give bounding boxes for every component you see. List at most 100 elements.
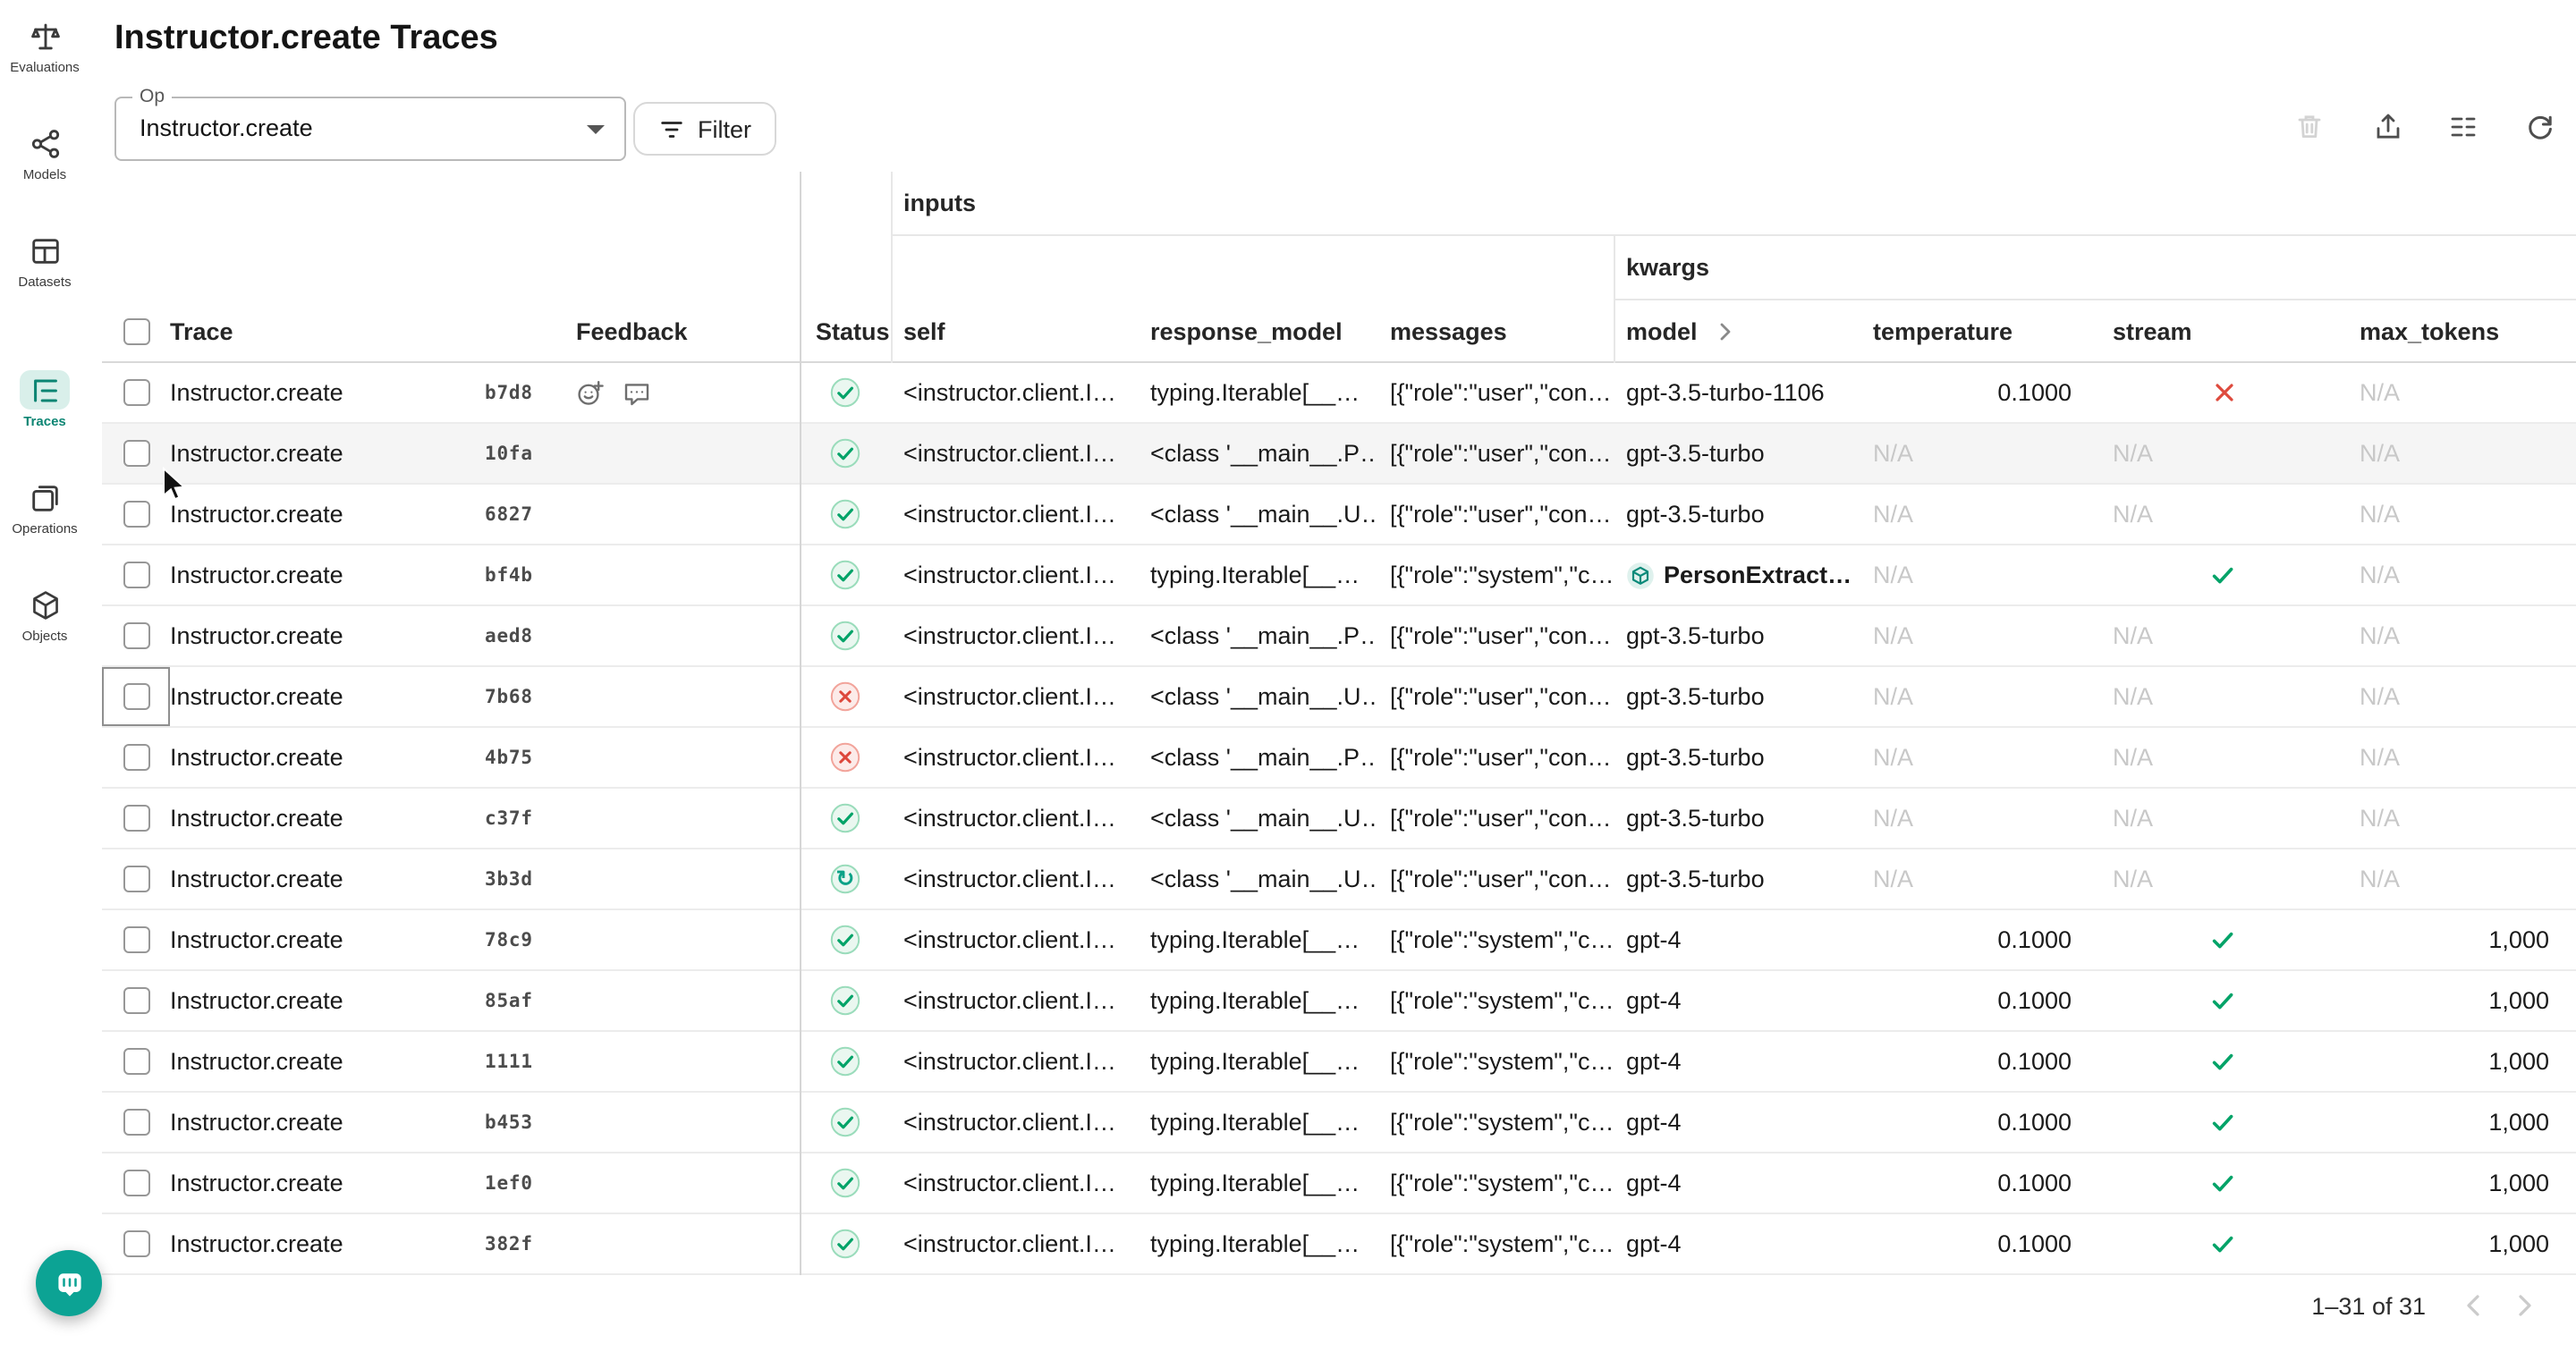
column-header-trace[interactable]: Trace (170, 300, 485, 361)
sidebar-item-operations[interactable]: Operations (0, 477, 89, 537)
row-select-cell[interactable] (102, 363, 170, 422)
trace-name[interactable]: Instructor.create (170, 971, 485, 1030)
row-select-cell[interactable] (102, 667, 170, 726)
row-select-cell[interactable] (102, 789, 170, 848)
table-row[interactable]: Instructor.create85af<instructor.client.… (102, 971, 2576, 1032)
trace-name[interactable]: Instructor.create (170, 606, 485, 665)
row-select-cell[interactable] (102, 849, 170, 908)
table-row[interactable]: Instructor.createb7d8<instructor.client.… (102, 363, 2576, 424)
row-checkbox[interactable] (123, 440, 149, 467)
row-select-cell[interactable] (102, 728, 170, 787)
row-select-cell[interactable] (102, 545, 170, 604)
trace-name[interactable]: Instructor.create (170, 1032, 485, 1091)
sidebar-item-evaluations[interactable]: Evaluations (0, 16, 89, 75)
column-header-temperature[interactable]: temperature (1860, 300, 2100, 361)
filter-button[interactable]: Filter (633, 102, 776, 156)
row-checkbox[interactable] (123, 1048, 149, 1075)
row-select-cell[interactable] (102, 424, 170, 483)
trace-name[interactable]: Instructor.create (170, 728, 485, 787)
table-row[interactable]: Instructor.create10fa<instructor.client.… (102, 424, 2576, 485)
column-header-messages[interactable]: messages (1377, 300, 1614, 361)
column-header-feedback[interactable]: Feedback (571, 300, 800, 361)
column-header-status[interactable]: Status (800, 300, 891, 361)
trace-name[interactable]: Instructor.create (170, 485, 485, 544)
feedback-cell (571, 849, 800, 908)
temperature-value: 0.1000 (1997, 1170, 2072, 1196)
table-row[interactable]: Instructor.createaed8<instructor.client.… (102, 606, 2576, 667)
table-row[interactable]: Instructor.create1111<instructor.client.… (102, 1032, 2576, 1093)
refresh-button[interactable] (2517, 104, 2563, 150)
trace-name[interactable]: Instructor.create (170, 1093, 485, 1152)
column-settings-button[interactable] (2440, 104, 2487, 150)
row-checkbox[interactable] (123, 379, 149, 406)
table-row[interactable]: Instructor.createb453<instructor.client.… (102, 1093, 2576, 1153)
stream-true-icon (2209, 561, 2238, 589)
table-row[interactable]: Instructor.create6827<instructor.client.… (102, 485, 2576, 545)
row-checkbox[interactable] (123, 501, 149, 528)
row-checkbox[interactable] (123, 683, 149, 710)
sidebar-item-models[interactable]: Models (0, 123, 89, 182)
select-all-cell[interactable] (102, 300, 170, 361)
table-row[interactable]: Instructor.create7b68<instructor.client.… (102, 667, 2576, 728)
op-select[interactable]: Op Instructor.create (114, 97, 626, 161)
status-success-icon (828, 1166, 862, 1200)
select-all-checkbox[interactable] (123, 317, 149, 344)
trace-name[interactable]: Instructor.create (170, 1153, 485, 1213)
row-select-cell[interactable] (102, 1214, 170, 1273)
next-page-button[interactable] (2501, 1282, 2547, 1329)
messages-cell: [{"role":"system","c… (1377, 1214, 1614, 1273)
row-checkbox[interactable] (123, 1109, 149, 1136)
intercom-button[interactable] (36, 1250, 102, 1316)
prev-page-button[interactable] (2451, 1282, 2497, 1329)
add-reaction-icon[interactable] (576, 378, 605, 407)
sidebar-item-traces[interactable]: Traces (0, 370, 89, 429)
comment-icon[interactable] (623, 378, 651, 407)
table-row[interactable]: Instructor.create382f<instructor.client.… (102, 1214, 2576, 1275)
row-checkbox[interactable] (123, 805, 149, 832)
row-select-cell[interactable] (102, 485, 170, 544)
row-checkbox[interactable] (123, 866, 149, 892)
column-header-max-tokens[interactable]: max_tokens (2347, 300, 2576, 361)
row-select-cell[interactable] (102, 606, 170, 665)
trace-name[interactable]: Instructor.create (170, 424, 485, 483)
table-row[interactable]: Instructor.createbf4b<instructor.client.… (102, 545, 2576, 606)
row-checkbox[interactable] (123, 926, 149, 953)
group-header-inputs: inputs (903, 172, 976, 236)
trace-name[interactable]: Instructor.create (170, 545, 485, 604)
trace-name[interactable]: Instructor.create (170, 789, 485, 848)
row-checkbox[interactable] (123, 1170, 149, 1196)
column-header-stream[interactable]: stream (2100, 300, 2347, 361)
row-select-cell[interactable] (102, 971, 170, 1030)
row-checkbox[interactable] (123, 562, 149, 588)
max-tokens-cell: 1,000 (2347, 910, 2576, 969)
row-select-cell[interactable] (102, 1093, 170, 1152)
export-button[interactable] (2365, 104, 2411, 150)
row-select-cell[interactable] (102, 1153, 170, 1213)
table-row[interactable]: Instructor.create1ef0<instructor.client.… (102, 1153, 2576, 1214)
model-cell[interactable]: PersonExtract… (1614, 545, 1860, 604)
column-header-response-model[interactable]: response_model (1138, 300, 1377, 361)
na-value: N/A (2113, 622, 2153, 649)
column-header-self[interactable]: self (891, 300, 1138, 361)
row-checkbox[interactable] (123, 744, 149, 771)
column-header-model[interactable]: model (1614, 300, 1860, 361)
trace-name[interactable]: Instructor.create (170, 667, 485, 726)
row-select-cell[interactable] (102, 910, 170, 969)
table-row[interactable]: Instructor.create78c9<instructor.client.… (102, 910, 2576, 971)
sidebar-item-datasets[interactable]: Datasets (0, 231, 89, 290)
model-object-link[interactable]: PersonExtract… (1664, 562, 1852, 588)
table-row[interactable]: Instructor.create3b3d↻<instructor.client… (102, 849, 2576, 910)
trace-name[interactable]: Instructor.create (170, 910, 485, 969)
row-checkbox[interactable] (123, 987, 149, 1014)
trace-name[interactable]: Instructor.create (170, 363, 485, 422)
trace-name[interactable]: Instructor.create (170, 849, 485, 908)
row-checkbox[interactable] (123, 1230, 149, 1257)
table-row[interactable]: Instructor.create4b75<instructor.client.… (102, 728, 2576, 789)
model-expand-chevron-icon[interactable] (1717, 321, 1733, 341)
row-checkbox[interactable] (123, 622, 149, 649)
trace-name[interactable]: Instructor.create (170, 1214, 485, 1273)
table-row[interactable]: Instructor.createc37f<instructor.client.… (102, 789, 2576, 849)
row-select-cell[interactable] (102, 1032, 170, 1091)
stream-cell (2100, 1093, 2347, 1152)
sidebar-item-objects[interactable]: Objects (0, 585, 89, 644)
